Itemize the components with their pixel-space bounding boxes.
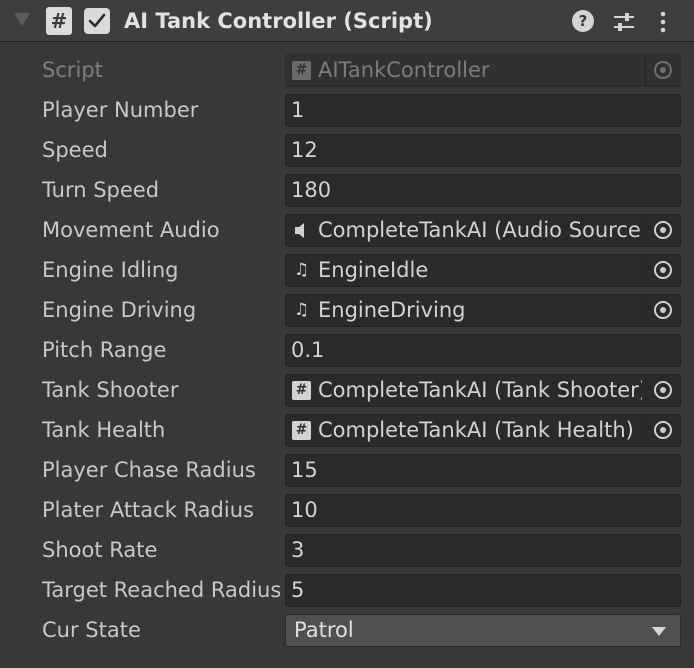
kebab-menu-icon xyxy=(660,11,666,33)
object-picker-button xyxy=(645,55,680,86)
audio-clip-icon: ♫ xyxy=(293,300,310,320)
script-file-icon: # xyxy=(292,61,311,80)
object-picker-icon xyxy=(654,381,672,399)
field-value: Patrol xyxy=(294,618,354,642)
dropdown-arrow-icon xyxy=(652,627,666,636)
field-value: 0.1 xyxy=(291,338,325,362)
field-label: Cur State xyxy=(42,618,141,642)
field-value: EngineDriving xyxy=(318,298,466,322)
ai-tank-controller-inspector: # AI Tank Controller (Script) ? Script #… xyxy=(0,0,694,668)
row-turn-speed: Turn Speed 180 xyxy=(0,170,694,210)
foldout-arrow-icon[interactable] xyxy=(14,13,30,26)
field-label: Tank Shooter xyxy=(42,378,179,402)
tank-shooter-object-field[interactable]: # CompleteTankAI (Tank Shooter) xyxy=(285,374,681,407)
object-picker-button[interactable] xyxy=(645,255,680,286)
script-component-icon: # xyxy=(292,381,311,400)
object-picker-icon xyxy=(654,261,672,279)
field-label: Movement Audio xyxy=(42,218,220,242)
engine-driving-object-field[interactable]: ♫ EngineDriving xyxy=(285,294,681,327)
field-label: Script xyxy=(42,58,103,82)
row-shoot-rate: Shoot Rate 3 xyxy=(0,530,694,570)
field-label: Turn Speed xyxy=(42,178,160,202)
field-value: 3 xyxy=(291,538,305,562)
field-label: Speed xyxy=(42,138,108,162)
row-speed: Speed 12 xyxy=(0,130,694,170)
shoot-rate-input[interactable]: 3 xyxy=(285,534,681,567)
object-picker-button[interactable] xyxy=(645,215,680,246)
presets-icon xyxy=(614,13,634,31)
field-value: EngineIdle xyxy=(318,258,429,282)
target-reached-radius-input[interactable]: 5 xyxy=(285,574,681,607)
field-label: Pitch Range xyxy=(42,338,167,362)
help-button[interactable]: ? xyxy=(570,9,596,35)
row-plater-attack-radius: Plater Attack Radius 10 xyxy=(0,490,694,530)
row-pitch-range: Pitch Range 0.1 xyxy=(0,330,694,370)
field-value: 10 xyxy=(291,498,318,522)
row-movement-audio: Movement Audio CompleteTankAI (Audio Sou… xyxy=(0,210,694,250)
object-picker-icon xyxy=(654,421,672,439)
checkmark-icon xyxy=(88,13,106,28)
row-player-number: Player Number 1 xyxy=(0,90,694,130)
plater-attack-radius-input[interactable]: 10 xyxy=(285,494,681,527)
csharp-script-icon: # xyxy=(46,7,72,35)
component-menu-button[interactable] xyxy=(650,9,676,35)
row-player-chase-radius: Player Chase Radius 15 xyxy=(0,450,694,490)
field-label: Tank Health xyxy=(42,418,166,442)
cur-state-dropdown[interactable]: Patrol xyxy=(285,614,681,647)
tank-health-object-field[interactable]: # CompleteTankAI (Tank Health) xyxy=(285,414,681,447)
row-engine-idling: Engine Idling ♫ EngineIdle xyxy=(0,250,694,290)
field-label: Engine Driving xyxy=(42,298,197,322)
field-value: CompleteTankAI (Audio Source) xyxy=(318,218,642,242)
field-label: Player Chase Radius xyxy=(42,458,256,482)
turn-speed-input[interactable]: 180 xyxy=(285,174,681,207)
field-value: 5 xyxy=(291,578,305,602)
object-picker-icon xyxy=(654,301,672,319)
audio-source-icon xyxy=(292,221,311,240)
row-script: Script # AITankController xyxy=(0,50,694,90)
script-object-field: # AITankController xyxy=(285,54,681,87)
field-label: Target Reached Radius xyxy=(42,578,280,602)
field-value: 12 xyxy=(291,138,318,162)
script-component-icon: # xyxy=(292,421,311,440)
field-label: Plater Attack Radius xyxy=(42,498,254,522)
row-tank-shooter: Tank Shooter # CompleteTankAI (Tank Shoo… xyxy=(0,370,694,410)
component-enabled-checkbox[interactable] xyxy=(84,8,110,34)
field-label: Shoot Rate xyxy=(42,538,158,562)
object-picker-button[interactable] xyxy=(645,295,680,326)
player-number-input[interactable]: 1 xyxy=(285,94,681,127)
row-tank-health: Tank Health # CompleteTankAI (Tank Healt… xyxy=(0,410,694,450)
object-picker-icon xyxy=(654,61,672,79)
field-value: 180 xyxy=(291,178,332,202)
engine-idling-object-field[interactable]: ♫ EngineIdle xyxy=(285,254,681,287)
field-label: Engine Idling xyxy=(42,258,179,282)
object-picker-icon xyxy=(654,221,672,239)
row-engine-driving: Engine Driving ♫ EngineDriving xyxy=(0,290,694,330)
row-target-reached-radius: Target Reached Radius 5 xyxy=(0,570,694,610)
help-icon: ? xyxy=(572,10,594,32)
field-value: CompleteTankAI (Tank Health) xyxy=(318,418,634,442)
movement-audio-object-field[interactable]: CompleteTankAI (Audio Source) xyxy=(285,214,681,247)
field-value: CompleteTankAI (Tank Shooter) xyxy=(318,378,642,402)
row-cur-state: Cur State Patrol xyxy=(0,610,694,650)
player-chase-radius-input[interactable]: 15 xyxy=(285,454,681,487)
field-value: 15 xyxy=(291,458,318,482)
object-picker-button[interactable] xyxy=(645,375,680,406)
field-value: AITankController xyxy=(318,58,490,82)
field-value: 1 xyxy=(291,98,305,122)
component-title: AI Tank Controller (Script) xyxy=(124,9,433,33)
speed-input[interactable]: 12 xyxy=(285,134,681,167)
audio-clip-icon: ♫ xyxy=(293,260,310,280)
component-header[interactable]: # AI Tank Controller (Script) ? xyxy=(0,0,694,42)
object-picker-button[interactable] xyxy=(645,415,680,446)
presets-button[interactable] xyxy=(611,9,637,35)
field-label: Player Number xyxy=(42,98,199,122)
pitch-range-input[interactable]: 0.1 xyxy=(285,334,681,367)
